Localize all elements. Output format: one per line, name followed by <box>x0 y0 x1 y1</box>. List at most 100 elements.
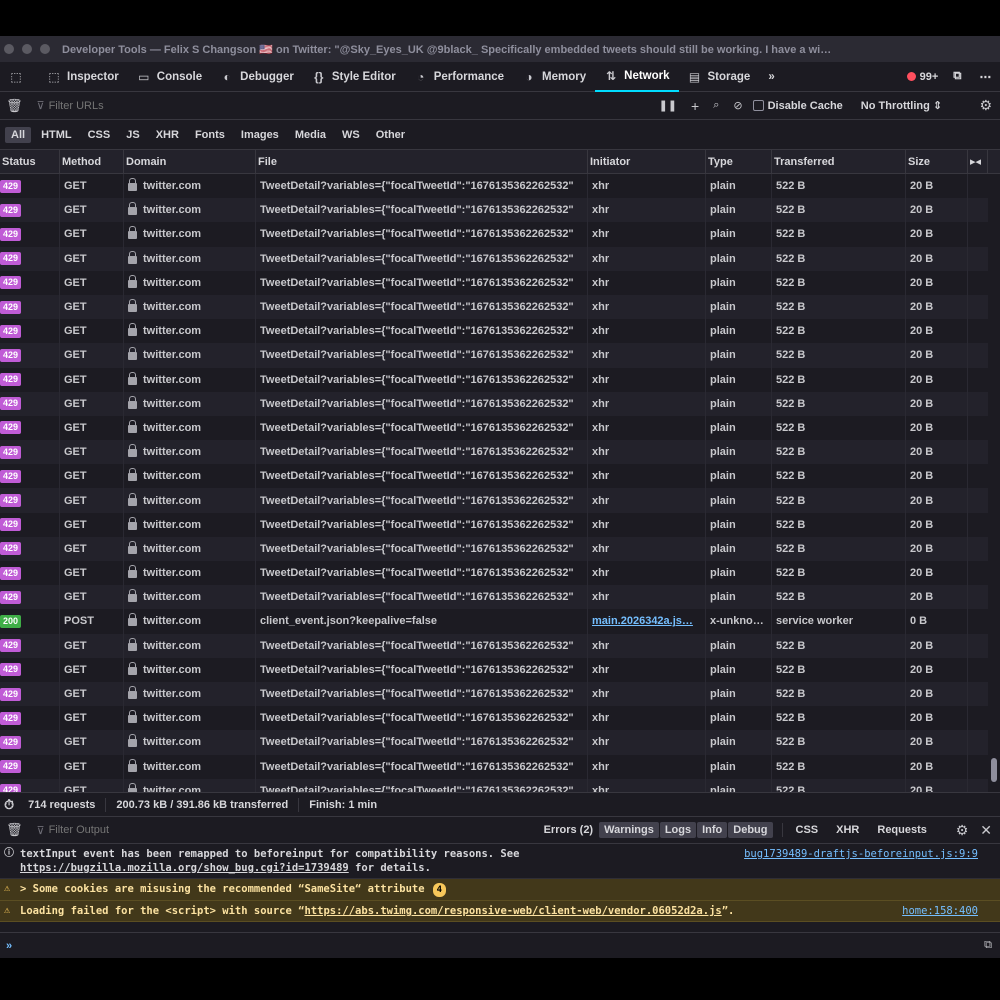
table-row[interactable]: 429 GET twitter.com TweetDetail?variables={… <box>0 294 988 320</box>
throttling-select[interactable]: No Throttling ⇕ <box>861 99 942 112</box>
type-filter-fonts[interactable]: Fonts <box>189 127 231 143</box>
tab-network[interactable]: ⇅ Network <box>595 62 679 92</box>
table-row[interactable]: 429 GET twitter.com TweetDetail?variables={… <box>0 440 988 465</box>
table-row[interactable]: 429 GET twitter.com TweetDetail?variables={… <box>0 367 988 392</box>
column-header-5[interactable]: Type <box>706 149 772 174</box>
more-tools-button[interactable]: » <box>759 62 783 92</box>
column-header-6[interactable]: Transferred <box>772 149 906 174</box>
message-source-link[interactable]: bug1739489-draftjs-beforeinput.js:9:9 <box>744 847 978 861</box>
table-row[interactable]: 429 GET twitter.com TweetDetail?variables={… <box>0 633 988 658</box>
type-filter-media[interactable]: Media <box>289 127 332 143</box>
table-row[interactable]: 429 GET twitter.com TweetDetail?variables={… <box>0 512 988 537</box>
message-source-link[interactable]: home:158:400 <box>902 904 978 918</box>
table-row[interactable]: 429 GET twitter.com TweetDetail?variables={… <box>0 778 988 792</box>
table-row[interactable]: 429 GET twitter.com TweetDetail?variables={… <box>0 706 988 731</box>
type-filter-css[interactable]: CSS <box>82 127 117 143</box>
table-row[interactable]: 429 GET twitter.com TweetDetail?variables={… <box>0 464 988 489</box>
console-message[interactable]: ⚠ Loading failed for the <script> with so… <box>0 901 1000 922</box>
column-header-4[interactable]: Initiator <box>588 149 706 174</box>
status-badge: 429 <box>0 397 22 411</box>
console-input-row[interactable]: » ⧉ <box>0 932 1000 958</box>
table-row[interactable]: 429 GET twitter.com TweetDetail?variables={… <box>0 415 988 441</box>
more-options-button[interactable]: ⋯ <box>971 62 1000 92</box>
tab-performance[interactable]: ◔ Performance <box>405 62 513 92</box>
level-warnings[interactable]: Warnings <box>599 822 659 838</box>
level-logs[interactable]: Logs <box>659 822 697 838</box>
editor-mode-icon[interactable]: ⧉ <box>984 939 992 952</box>
type-filter-all[interactable]: All <box>5 126 32 143</box>
console-message[interactable]: ⓘ textInput event has been remapped to be… <box>0 844 1000 879</box>
plus-icon[interactable]: + <box>691 98 699 114</box>
close-icon[interactable]: ✕ <box>980 822 992 839</box>
table-row[interactable]: 429 GET twitter.com TweetDetail?variables={… <box>0 657 988 682</box>
table-row[interactable]: 429 GET twitter.com TweetDetail?variables={… <box>0 391 988 416</box>
filter-output-input[interactable] <box>48 824 519 836</box>
column-header-1[interactable]: Method <box>60 149 124 174</box>
table-row[interactable]: 429 GET twitter.com TweetDetail?variables={… <box>0 174 988 199</box>
message-link[interactable]: https://bugzilla.mozilla.org/show_bug.cg… <box>20 862 349 874</box>
block-icon[interactable]: ⊘ <box>733 99 742 112</box>
tab-debugger[interactable]: ◐ Debugger <box>211 62 303 92</box>
dock-options-button[interactable]: ⧉ <box>944 62 970 92</box>
console-trash-icon[interactable]: 🗑 <box>6 822 23 838</box>
tab-inspector[interactable]: ⬚ Inspector <box>38 62 128 92</box>
trash-icon[interactable]: 🗑 <box>6 98 23 114</box>
table-row[interactable]: 429 GET twitter.com TweetDetail?variables={… <box>0 319 988 344</box>
type-filter-html[interactable]: HTML <box>35 127 78 143</box>
type-filter-other[interactable]: Other <box>370 127 411 143</box>
table-row[interactable]: 429 GET twitter.com TweetDetail?variables={… <box>0 222 988 247</box>
disable-cache-checkbox[interactable]: Disable Cache <box>752 100 843 112</box>
column-header-7[interactable]: Size <box>906 149 968 174</box>
table-row[interactable]: 429 GET twitter.com TweetDetail?variables={… <box>0 585 988 610</box>
column-header-0[interactable]: Status <box>0 149 60 174</box>
console-type-xhr[interactable]: XHR <box>831 822 864 838</box>
minimize-window-icon[interactable] <box>22 44 32 54</box>
level-errors[interactable]: Errors (2) <box>539 822 599 838</box>
message-link[interactable]: https://abs.twimg.com/responsive-web/cli… <box>304 905 721 917</box>
gear-icon[interactable]: ⚙ <box>979 97 992 114</box>
close-window-icon[interactable] <box>4 44 14 54</box>
table-row[interactable]: 429 GET twitter.com TweetDetail?variables={… <box>0 198 988 223</box>
table-row[interactable]: 200 POST twitter.com client_event.json?keep… <box>0 609 988 634</box>
level-info[interactable]: Info <box>697 822 728 838</box>
error-count-badge[interactable]: 99+ <box>901 71 945 83</box>
table-row[interactable]: 429 GET twitter.com TweetDetail?variables={… <box>0 561 988 586</box>
tab-style-editor[interactable]: {} Style Editor <box>303 62 405 92</box>
filter-urls-input[interactable] <box>48 99 609 112</box>
stopwatch-icon[interactable]: ⏱ <box>4 797 14 813</box>
level-debug[interactable]: Debug <box>728 822 773 838</box>
column-header-2[interactable]: Domain <box>124 149 256 174</box>
console-type-requests[interactable]: Requests <box>872 822 932 838</box>
type-filter-js[interactable]: JS <box>120 127 145 143</box>
tab-storage[interactable]: ▤ Storage <box>679 62 760 92</box>
tab-memory[interactable]: ◑ Memory <box>513 62 595 92</box>
initiator-text[interactable]: main.2026342a.js… <box>592 615 693 627</box>
initiator-cell[interactable]: main.2026342a.js… <box>588 609 706 634</box>
table-row[interactable]: 429 GET twitter.com TweetDetail?variables={… <box>0 536 988 561</box>
type-filter-images[interactable]: Images <box>235 127 285 143</box>
console-type-css[interactable]: CSS <box>791 822 824 838</box>
search-icon[interactable]: ⌕ <box>713 99 719 112</box>
column-header-8[interactable]: ▸◂ <box>968 149 988 174</box>
size-cell: 20 B <box>906 585 968 610</box>
size-cell: 20 B <box>906 415 968 441</box>
maximize-window-icon[interactable] <box>40 44 50 54</box>
console-gear-icon[interactable]: ⚙ <box>956 822 969 839</box>
type-cell: plain <box>706 464 772 489</box>
scrollbar-thumb[interactable] <box>991 758 997 782</box>
table-row[interactable]: 429 GET twitter.com TweetDetail?variables={… <box>0 681 988 707</box>
table-row[interactable]: 429 GET twitter.com TweetDetail?variables={… <box>0 730 988 755</box>
table-row[interactable]: 429 GET twitter.com TweetDetail?variables={… <box>0 246 988 271</box>
pause-icon[interactable]: ❚❚ <box>659 99 677 112</box>
type-filter-xhr[interactable]: XHR <box>150 127 185 143</box>
element-picker-button[interactable]: ⬚ <box>0 62 38 92</box>
table-row[interactable]: 429 GET twitter.com TweetDetail?variables={… <box>0 270 988 295</box>
tab-console[interactable]: ▭ Console <box>128 62 211 92</box>
table-row[interactable]: 429 GET twitter.com TweetDetail?variables={… <box>0 488 988 513</box>
table-row[interactable]: 429 GET twitter.com TweetDetail?variables={… <box>0 754 988 779</box>
table-row[interactable]: 429 GET twitter.com TweetDetail?variables={… <box>0 343 988 368</box>
console-message[interactable]: ⚠ > Some cookies are misusing the recomme… <box>0 879 1000 901</box>
requests-scrollbar[interactable] <box>988 174 1000 792</box>
column-header-3[interactable]: File <box>256 149 588 174</box>
type-filter-ws[interactable]: WS <box>336 127 366 143</box>
